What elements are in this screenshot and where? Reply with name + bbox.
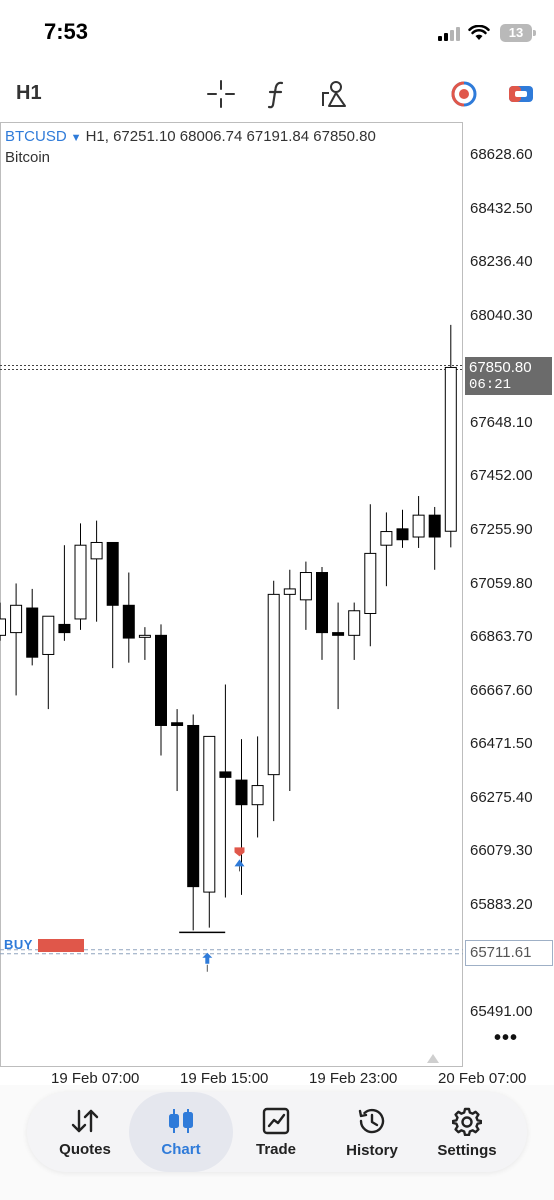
tab-quotes[interactable]: Quotes (37, 1092, 133, 1172)
more-options-icon[interactable]: ••• (494, 1027, 518, 1050)
symbol-header: BTCUSD ▼ H1, 67251.10 68006.74 67191.84 67… (5, 128, 376, 145)
history-icon (358, 1108, 385, 1133)
price-tick-label: 68432.50 (470, 199, 533, 217)
wifi-icon (468, 25, 490, 40)
timeframe-button[interactable]: H1 (16, 82, 42, 105)
price-tick-label: 68628.60 (470, 146, 533, 163)
tab-label: History (346, 1141, 398, 1159)
chevron-down-icon[interactable]: ▼ (71, 132, 82, 144)
price-tick-label: 65491.00 (470, 1003, 533, 1020)
bear-candle (187, 724, 200, 888)
price-tick-label: 67452.00 (470, 467, 533, 485)
plot-border (0, 122, 463, 1067)
buy-order-label[interactable]: BUY (4, 937, 33, 952)
bear-candle (428, 514, 441, 538)
tab-bar: Quotes Chart Trade History Settings (27, 1092, 527, 1172)
chart-toolbar: H1 (0, 66, 554, 122)
bear-candle (235, 779, 248, 806)
crosshair-icon (207, 80, 235, 108)
battery-indicator: 13 (500, 24, 532, 42)
trade-button[interactable] (503, 76, 539, 112)
bull-candle (364, 552, 377, 614)
bull-candle (203, 735, 216, 893)
ohlc-values: H1, 67251.10 68006.74 67191.84 67850.80 (85, 128, 376, 145)
trade-icon (509, 86, 533, 102)
gear-icon (452, 1107, 482, 1136)
bar-countdown: 06:21 (469, 377, 512, 393)
buy-price-box: 65711.61 (465, 940, 553, 966)
bear-candle (26, 607, 39, 658)
bear-candle (316, 572, 328, 634)
bear-candle (171, 722, 184, 726)
sell-arrow-icon (234, 847, 245, 857)
tab-label: Settings (437, 1141, 497, 1159)
tab-trade[interactable]: Trade (228, 1092, 324, 1172)
buy-price: 65711.61 (470, 944, 532, 961)
bull-candle (444, 366, 457, 532)
tab-settings[interactable]: Settings (419, 1092, 515, 1172)
status-time: 7:53 (44, 19, 89, 44)
bull-candle (267, 593, 280, 776)
tab-history[interactable]: History (324, 1092, 420, 1172)
bull-candle (251, 785, 264, 806)
tab-label: Chart (161, 1140, 201, 1158)
bull-candle (380, 531, 393, 546)
price-tick-label: 67059.80 (470, 574, 533, 592)
bear-candle (219, 771, 232, 778)
quotes-icon (71, 1109, 99, 1132)
objects-icon (322, 81, 346, 107)
indicator-f-icon (267, 81, 284, 109)
tab-chart[interactable]: Chart (129, 1092, 233, 1172)
bear-candle (155, 634, 167, 726)
chart-area[interactable]: BTCUSD ▼ H1, 67251.10 68006.74 67191.84 67… (0, 122, 554, 1087)
indicators-button[interactable] (259, 76, 295, 112)
status-bar: 7:53 13 (0, 0, 554, 66)
price-tick-label: 67255.90 (470, 520, 533, 538)
price-tick-label: 66275.40 (470, 788, 533, 806)
bull-candle (299, 572, 312, 601)
one-click-trading-button[interactable] (446, 76, 482, 112)
bear-candle (58, 623, 71, 634)
bear-candle (396, 528, 409, 541)
objects-button[interactable] (315, 76, 351, 112)
battery-tip (533, 30, 536, 36)
price-tick-label: 68040.30 (470, 306, 533, 324)
bear-candle (332, 632, 345, 636)
bull-candle (74, 544, 87, 620)
bull-candle (0, 618, 6, 636)
tab-label: Quotes (59, 1140, 111, 1158)
bull-candle (42, 615, 55, 655)
chart-shift-icon (427, 1054, 439, 1063)
bull-candle (138, 634, 151, 638)
bear-candle (122, 604, 135, 639)
buy-arrow-icon (234, 859, 245, 867)
crosshair-button[interactable] (203, 76, 239, 112)
bear-candle (106, 541, 119, 606)
price-tick-label: 66079.30 (470, 842, 533, 860)
bull-candle (283, 588, 296, 595)
chart-icon (169, 1108, 193, 1133)
price-tick-label: 67648.10 (470, 413, 533, 431)
buy-order-bar[interactable] (38, 939, 84, 952)
symbol-description: Bitcoin (5, 149, 51, 166)
price-tick-label: 65883.20 (470, 895, 533, 913)
price-tick-label: 66471.50 (470, 735, 533, 753)
bull-candle (348, 610, 361, 636)
bull-candle (10, 604, 23, 634)
bull-candle (90, 541, 103, 560)
tab-label: Trade (255, 1140, 297, 1158)
trade-chart-icon (262, 1107, 290, 1134)
symbol-selector[interactable]: BTCUSD (5, 128, 67, 145)
price-tick-label: 66863.70 (470, 628, 533, 646)
buy-arrow-icon (202, 952, 213, 964)
bull-candle (412, 514, 425, 538)
price-tick-label: 68236.40 (470, 253, 533, 271)
price-tick-label: 66667.60 (470, 681, 533, 699)
cellular-signal-icon (438, 27, 460, 41)
current-price-box: 67850.80 06:21 (465, 357, 552, 395)
current-price: 67850.80 (469, 359, 532, 376)
one-click-trading-icon (451, 81, 477, 107)
